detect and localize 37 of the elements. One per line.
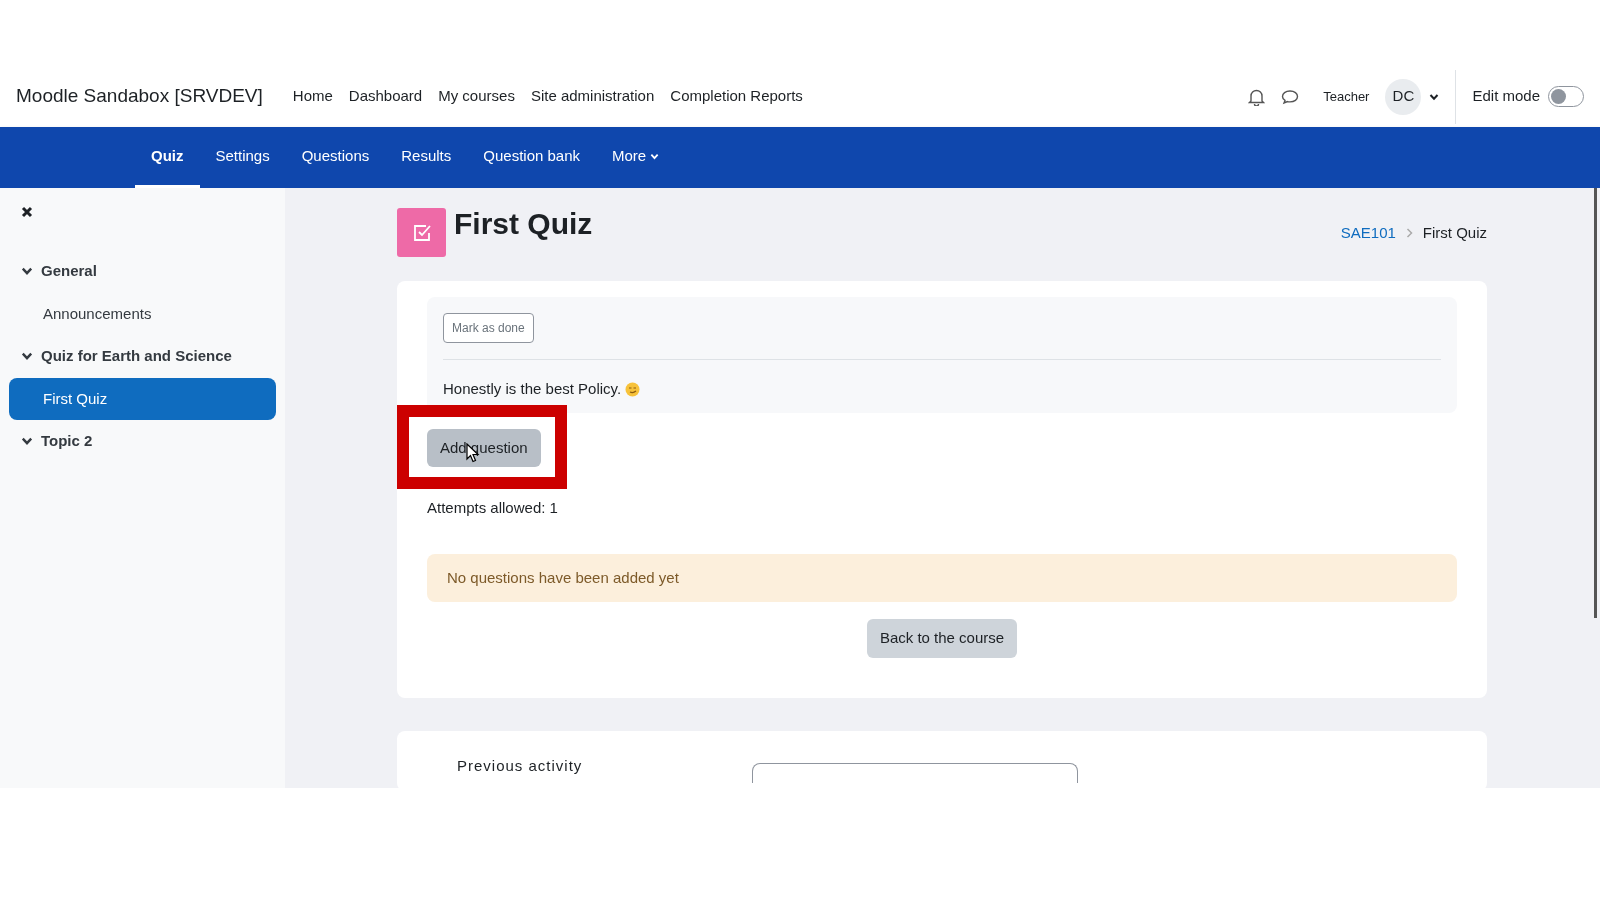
select-field[interactable] xyxy=(752,762,1079,783)
user-role: Teacher xyxy=(1323,87,1370,106)
page-title: First Quiz xyxy=(454,206,593,242)
breadcrumb-link[interactable]: SAE101 xyxy=(1340,222,1396,245)
sidebar-item[interactable]: First Quiz xyxy=(9,377,276,420)
bell-icon[interactable] xyxy=(1248,87,1266,106)
section-title[interactable]: Topic 2 xyxy=(41,430,93,453)
breadcrumb-current: First Quiz xyxy=(1422,223,1487,243)
previous-activity-label: Previous activity xyxy=(457,755,583,776)
sidebar-item[interactable]: Announcements xyxy=(9,292,276,335)
chevron-right-icon xyxy=(1405,228,1413,239)
nav-link[interactable]: Home xyxy=(292,85,333,108)
section-title[interactable]: Quiz for Earth and Science xyxy=(41,345,232,368)
nav-tab[interactable]: Results xyxy=(385,127,468,188)
nav-tab[interactable]: Questions xyxy=(285,127,386,188)
edit-mode-switch[interactable] xyxy=(1548,86,1584,107)
nav-link[interactable]: My courses xyxy=(438,85,515,108)
close-icon[interactable] xyxy=(21,206,33,218)
attempts-text: Attempts allowed: 1 xyxy=(427,498,559,518)
nav-tab[interactable]: Question bank xyxy=(467,127,596,188)
edit-mode-label: Edit mode xyxy=(1472,86,1540,107)
site-name[interactable]: Moodle Sandabox [SRVDEV] xyxy=(16,82,263,111)
quiz-icon xyxy=(397,208,446,257)
scrollbar[interactable] xyxy=(1594,188,1597,618)
nav-link[interactable]: Site administration xyxy=(530,85,655,108)
mark-done-button[interactable]: Mark as done xyxy=(443,313,534,343)
notice-alert: No questions have been added yet xyxy=(427,553,1457,602)
user-avatar[interactable]: DC xyxy=(1385,78,1422,115)
activity-description: Honestly is the best Policy. xyxy=(443,379,622,399)
chat-icon[interactable] xyxy=(1281,88,1300,105)
back-to-course-button[interactable]: Back to the course xyxy=(866,619,1018,658)
nav-tab[interactable]: Settings xyxy=(199,127,286,188)
nav-link[interactable]: Dashboard xyxy=(348,85,423,108)
section-title[interactable]: General xyxy=(41,260,97,283)
nav-tab[interactable]: More xyxy=(596,127,676,188)
smirk-emoji-icon xyxy=(625,381,641,397)
nav-link[interactable]: Completion Reports xyxy=(670,85,803,108)
